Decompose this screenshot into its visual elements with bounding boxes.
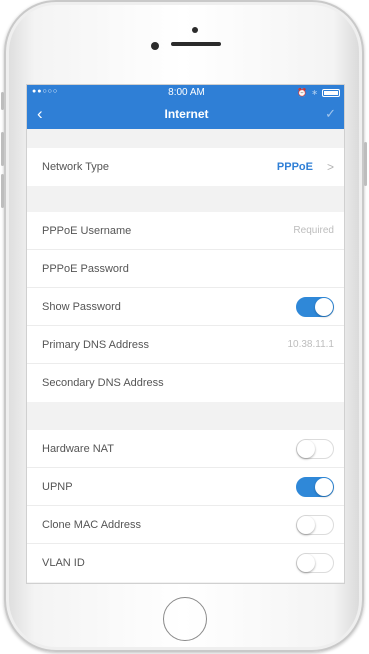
- nav-bar: ‹ Internet ✓: [27, 101, 344, 129]
- secondary-dns-label: Secondary DNS Address: [42, 377, 164, 389]
- bluetooth-icon: ∗: [311, 88, 318, 97]
- primary-dns-label: Primary DNS Address: [42, 338, 149, 351]
- pppoe-password-label: PPPoE Password: [42, 262, 129, 275]
- front-camera: [151, 42, 159, 50]
- confirm-button[interactable]: ✓: [325, 106, 336, 122]
- toggle-knob: [297, 554, 315, 572]
- battery-icon: [322, 88, 340, 97]
- network-section: Network Type PPPoE >: [27, 148, 344, 186]
- network-type-value: PPPoE: [276, 161, 313, 173]
- chevron-right-icon: >: [326, 160, 334, 174]
- primary-dns-value[interactable]: 10.38.11.1: [287, 339, 334, 350]
- proximity-sensor: [192, 27, 198, 33]
- toggle-knob: [315, 297, 333, 316]
- pppoe-section: PPPoE Username Required PPPoE Password S…: [27, 212, 344, 402]
- show-password-toggle[interactable]: [296, 296, 334, 317]
- vlan-id-toggle[interactable]: [296, 553, 334, 573]
- upnp-label: UPNP: [42, 480, 73, 493]
- pppoe-username-label: PPPoE Username: [42, 224, 132, 237]
- home-button[interactable]: [163, 597, 207, 641]
- clone-mac-label: Clone MAC Address: [42, 518, 142, 531]
- pppoe-username-input[interactable]: Required: [293, 225, 334, 236]
- show-password-label: Show Password: [42, 300, 121, 313]
- clone-mac-toggle[interactable]: [296, 514, 334, 535]
- network-type-row[interactable]: Network Type PPPoE >: [27, 148, 344, 186]
- toggle-knob: [315, 477, 333, 496]
- page-title: Internet: [164, 107, 209, 121]
- pppoe-username-row[interactable]: PPPoE Username Required: [27, 212, 344, 250]
- primary-dns-row[interactable]: Primary DNS Address 10.38.11.1: [27, 326, 344, 364]
- secondary-dns-row[interactable]: Secondary DNS Address: [27, 364, 344, 402]
- power-button: [364, 142, 367, 186]
- app-screen: ●●○○○ 8:00 AM ⏰ ∗ ‹ Internet ✓ Network T…: [26, 84, 345, 584]
- toggle-knob: [297, 439, 315, 458]
- toggle-knob: [297, 515, 315, 534]
- volume-up-button: [1, 132, 4, 166]
- network-type-label: Network Type: [42, 161, 110, 173]
- status-bar: ●●○○○ 8:00 AM ⏰ ∗: [27, 85, 344, 101]
- advanced-section: Hardware NAT UPNP Clone MAC Address VLAN…: [27, 430, 344, 582]
- upnp-toggle[interactable]: [296, 476, 334, 497]
- alarm-icon: ⏰: [297, 88, 308, 97]
- hardware-nat-toggle[interactable]: [296, 438, 334, 459]
- vlan-id-label: VLAN ID: [42, 557, 85, 569]
- clone-mac-row: Clone MAC Address: [27, 506, 344, 544]
- show-password-row: Show Password: [27, 288, 344, 326]
- earpiece-speaker: [171, 42, 221, 46]
- hardware-nat-label: Hardware NAT: [42, 442, 114, 455]
- upnp-row: UPNP: [27, 468, 344, 506]
- vlan-id-row: VLAN ID: [27, 544, 344, 582]
- hardware-nat-row: Hardware NAT: [27, 430, 344, 468]
- volume-down-button: [1, 174, 4, 208]
- pppoe-password-row[interactable]: PPPoE Password: [27, 250, 344, 288]
- mute-switch: [1, 92, 4, 110]
- status-right: ⏰ ∗: [297, 88, 340, 97]
